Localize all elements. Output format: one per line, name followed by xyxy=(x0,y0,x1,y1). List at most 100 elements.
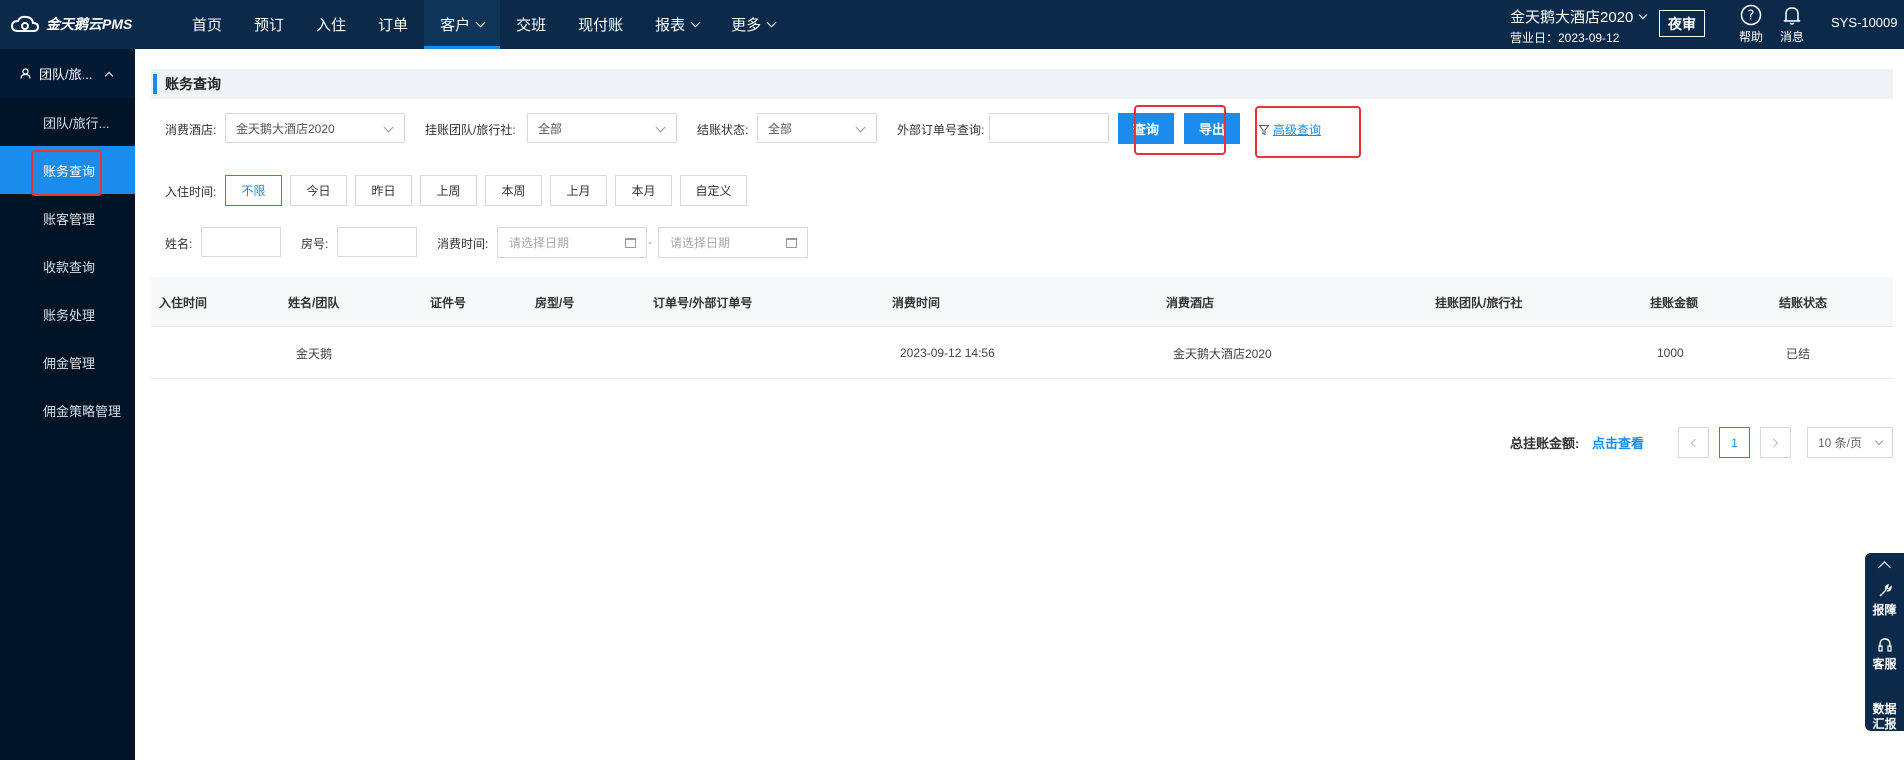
nav-item-shift[interactable]: 交班 xyxy=(500,0,562,49)
user-menu[interactable]: SYS-10009 xyxy=(1831,15,1898,30)
nav-item-orders[interactable]: 订单 xyxy=(362,0,424,49)
name-label: 姓名: xyxy=(165,237,193,251)
chip-last-week[interactable]: 上周 xyxy=(420,175,477,206)
chevron-up-icon xyxy=(1878,561,1891,574)
cell-consume-time: 2023-09-12 14:56 xyxy=(900,346,995,360)
room-label: 房号: xyxy=(301,237,329,251)
sidebar-group-team[interactable]: 团队/旅... xyxy=(0,49,135,98)
nav-item-more[interactable]: 更多 xyxy=(715,0,791,49)
sidebar-item-commission[interactable]: 佣金管理 xyxy=(0,338,135,386)
nav-item-customer[interactable]: 客户 xyxy=(424,0,501,49)
hotel-select-value: 金天鹅大酒店2020 xyxy=(236,121,335,136)
page-title: 账务查询 xyxy=(165,76,221,92)
col-amount[interactable]: 挂账金额 xyxy=(1650,277,1698,327)
customer-service-button[interactable]: 客服 xyxy=(1865,637,1904,672)
ext-order-input[interactable] xyxy=(989,113,1109,143)
date-placeholder: 请选择日期 xyxy=(670,236,731,250)
nav-item-cash-account[interactable]: 现付账 xyxy=(562,0,639,49)
calendar-icon xyxy=(625,238,636,248)
bell-icon xyxy=(1783,7,1801,25)
col-consume-hotel[interactable]: 消费酒店 xyxy=(1166,277,1214,327)
status-filter-label: 结账状态: xyxy=(697,123,749,137)
cell-name: 金天鹅 xyxy=(296,346,333,361)
total-amount-label: 总挂账金额: xyxy=(1510,436,1580,451)
hotel-select[interactable]: 金天鹅大酒店2020 xyxy=(225,113,405,143)
svg-text:?: ? xyxy=(1748,9,1755,24)
headset-icon xyxy=(1877,638,1892,652)
chevron-down-icon xyxy=(1639,10,1648,19)
col-team[interactable]: 挂账团队/旅行社 xyxy=(1435,277,1522,327)
nav-item-booking[interactable]: 预订 xyxy=(238,0,300,49)
prev-page-button[interactable] xyxy=(1678,427,1709,458)
chip-last-month[interactable]: 上月 xyxy=(550,175,607,206)
consume-start-date[interactable]: 请选择日期 xyxy=(497,227,647,258)
help-icon: ? xyxy=(1740,4,1762,26)
title-accent-bar xyxy=(153,74,157,94)
chevron-up-icon xyxy=(105,71,114,80)
name-input[interactable] xyxy=(201,227,281,257)
status-select[interactable]: 全部 xyxy=(757,113,877,143)
col-order-no[interactable]: 订单号/外部订单号 xyxy=(653,277,752,327)
cloud-logo-icon xyxy=(10,15,40,32)
app-logo[interactable]: 金天鹅云PMS xyxy=(10,10,132,38)
chevron-right-icon xyxy=(1769,438,1779,447)
col-room[interactable]: 房型/号 xyxy=(535,277,574,327)
report-fault-button[interactable]: 报障 xyxy=(1865,583,1904,618)
help-button[interactable]: ? 帮助 xyxy=(1733,4,1769,45)
messages-button[interactable]: 消息 xyxy=(1774,4,1810,45)
chevron-down-icon xyxy=(655,122,666,133)
chevron-down-icon xyxy=(766,17,777,28)
col-id-number[interactable]: 证件号 xyxy=(430,277,466,327)
page-header: 账务查询 xyxy=(151,69,1893,99)
page-number[interactable]: 1 xyxy=(1719,427,1750,458)
team-select[interactable]: 全部 xyxy=(527,113,677,143)
chip-this-week[interactable]: 本周 xyxy=(485,175,542,206)
chevron-down-icon xyxy=(690,17,701,28)
nav-item-checkin[interactable]: 入住 xyxy=(300,0,362,49)
col-status[interactable]: 结账状态 xyxy=(1779,277,1827,327)
table-row[interactable]: 金天鹅 2023-09-12 14:56 金天鹅大酒店2020 1000 已结 xyxy=(151,327,1893,379)
chip-unlimited[interactable]: 不限 xyxy=(225,175,282,206)
highlight-box xyxy=(1134,105,1226,155)
wrench-icon xyxy=(1879,583,1892,597)
main-content: 账务查询 消费酒店: 金天鹅大酒店2020 挂账团队/旅行社: 全部 结账状态:… xyxy=(135,49,1904,760)
data-report-button[interactable]: 数据 汇报 xyxy=(1865,687,1904,747)
chip-yesterday[interactable]: 昨日 xyxy=(355,175,412,206)
sidebar-item-account-guest[interactable]: 账客管理 xyxy=(0,194,135,242)
chevron-down-icon xyxy=(383,122,394,133)
nav-label: 入住 xyxy=(316,17,347,34)
chip-today[interactable]: 今日 xyxy=(290,175,347,206)
consume-end-date[interactable]: 请选择日期 xyxy=(658,227,808,258)
night-audit-button[interactable]: 夜审 xyxy=(1659,10,1705,37)
chip-custom[interactable]: 自定义 xyxy=(680,175,747,206)
sidebar: 团队/旅... 团队/旅行... 账务查询 账客管理 收款查询 账务处理 佣金管… xyxy=(0,49,135,760)
nav-item-reports[interactable]: 报表 xyxy=(639,0,715,49)
page-size-value: 10 条/页 xyxy=(1818,436,1863,450)
cell-hotel: 金天鹅大酒店2020 xyxy=(1173,346,1272,361)
sidebar-item-team-travel[interactable]: 团队/旅行... xyxy=(0,98,135,146)
room-input[interactable] xyxy=(337,227,417,257)
next-page-button[interactable] xyxy=(1760,427,1791,458)
col-consume-time[interactable]: 消费时间 xyxy=(892,277,940,327)
nav-label: 客户 xyxy=(440,17,471,34)
col-checkin-time[interactable]: 入住时间 xyxy=(159,277,207,327)
hotel-filter-label: 消费酒店: xyxy=(165,123,217,137)
chip-this-month[interactable]: 本月 xyxy=(615,175,672,206)
col-name-team[interactable]: 姓名/团队 xyxy=(288,277,339,327)
hotel-switcher[interactable]: 金天鹅大酒店2020 营业日：2023-09-12 xyxy=(1510,6,1648,46)
collapse-button[interactable] xyxy=(1865,557,1904,576)
sidebar-item-payment-query[interactable]: 收款查询 xyxy=(0,242,135,290)
top-bar: 金天鹅云PMS 首页 预订 入住 订单 客户 交班 现付账 报表 更多 金天鹅大… xyxy=(0,0,1904,49)
ext-order-label: 外部订单号查询: xyxy=(897,123,985,137)
messages-label: 消息 xyxy=(1779,30,1804,44)
nav-label: 交班 xyxy=(516,17,547,34)
page-size-select[interactable]: 10 条/页 xyxy=(1807,427,1893,458)
chevron-down-icon xyxy=(475,17,486,28)
nav-item-home[interactable]: 首页 xyxy=(176,0,238,49)
data-report-label: 数据 汇报 xyxy=(1872,702,1897,731)
total-amount-link[interactable]: 点击查看 xyxy=(1592,433,1644,452)
sidebar-item-commission-strategy[interactable]: 佣金策略管理 xyxy=(0,386,135,434)
sidebar-item-label: 账务处理 xyxy=(43,307,96,323)
sidebar-item-label: 佣金管理 xyxy=(43,355,96,371)
sidebar-item-account-processing[interactable]: 账务处理 xyxy=(0,290,135,338)
